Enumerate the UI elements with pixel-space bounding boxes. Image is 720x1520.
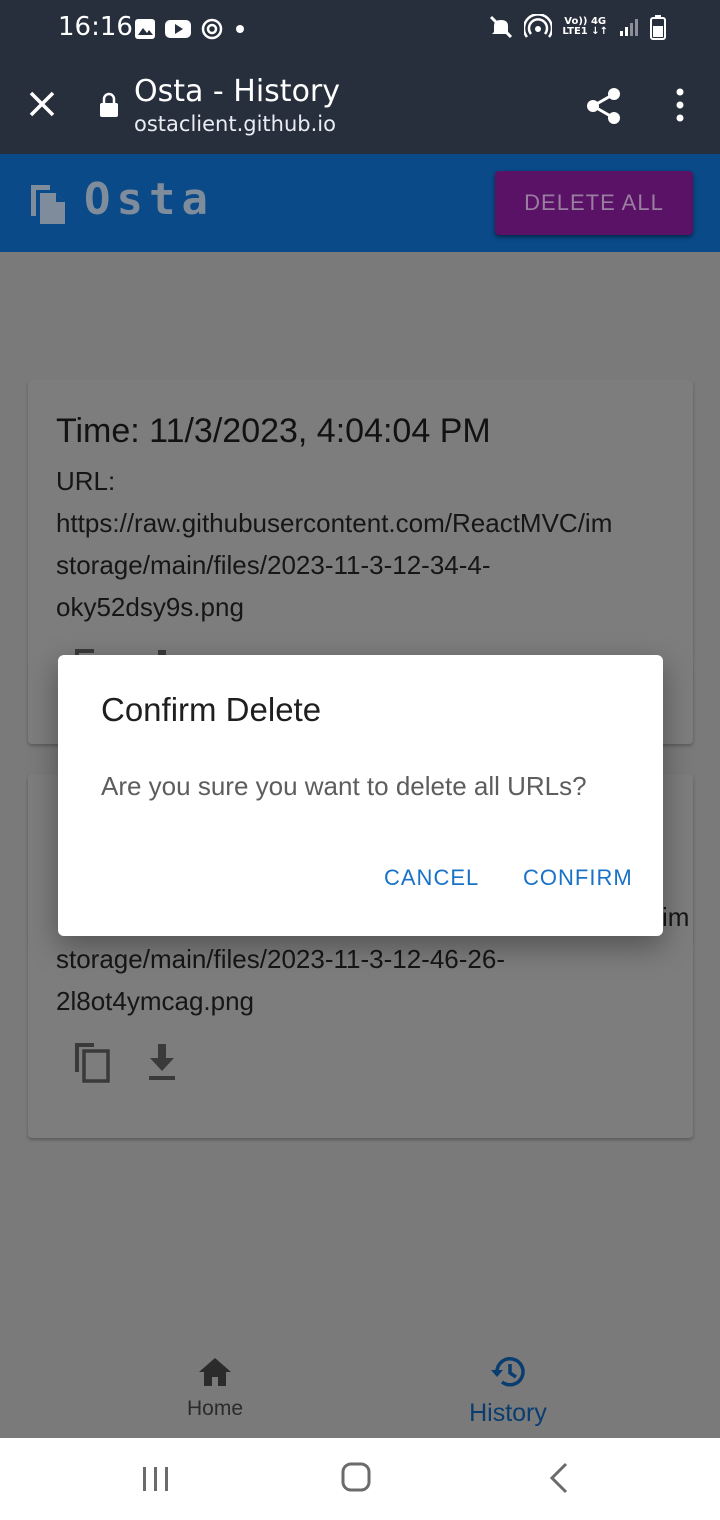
youtube-icon [165,20,191,38]
copy-icon[interactable] [72,1040,112,1084]
url-text[interactable]: https://raw.githubusercontent.com/ReactM… [56,508,612,539]
url-text[interactable]: storage/main/files/2023-11-3-12-46-26- [56,944,505,975]
url-text[interactable]: storage/main/files/2023-11-3-12-34-4- [56,550,491,581]
battery-icon [650,15,666,40]
sync-icon [201,18,223,40]
confirm-button[interactable]: CONFIRM [523,865,633,891]
lock-icon [100,92,118,117]
page-title: Osta - History [134,74,341,109]
dialog-message: Are you sure you want to delete all URLs… [101,771,587,801]
signal-icon [620,19,638,36]
download-icon[interactable] [142,1040,182,1084]
more-vert-icon[interactable] [670,88,690,122]
nav-home-label: Home [186,1397,244,1420]
close-icon[interactable] [26,88,58,120]
home-button-icon[interactable] [341,1462,371,1492]
notification-dot-icon [236,25,244,33]
nav-home[interactable]: Home [160,1356,270,1432]
back-icon[interactable] [548,1462,570,1494]
network-indicator: Vo)) 4G LTE1 ↓↑ [562,16,608,37]
browser-toolbar: Osta - History ostaclient.github.io [0,56,720,154]
history-icon [491,1357,525,1387]
share-icon[interactable] [584,86,624,126]
url-text[interactable]: oky52dsy9s.png [56,592,244,623]
url-text[interactable]: im [662,902,689,933]
history-time: Time: 11/3/2023, 4:04:04 PM [56,412,491,450]
status-time: 16:16 [58,12,133,42]
delete-all-button[interactable]: DELETE ALL [495,171,693,235]
confirm-delete-dialog: Confirm Delete Are you sure you want to … [58,655,663,936]
dialog-title: Confirm Delete [101,691,322,728]
home-icon [199,1358,231,1386]
hotspot-icon [524,14,553,38]
gallery-icon [135,19,155,39]
system-navigation-bar [0,1438,720,1520]
status-bar: 16:16 Vo)) 4G LTE1 ↓↑ [0,0,720,56]
app-logo: Osta [84,174,214,225]
nav-history[interactable]: History [456,1354,560,1436]
app-header: Osta DELETE ALL [0,154,720,252]
nav-history-label: History [469,1399,547,1427]
url-label: URL: [56,466,116,496]
recent-apps-icon[interactable] [141,1466,171,1492]
bottom-navigation: Home History [0,1338,720,1438]
mute-icon [490,15,513,39]
page-url[interactable]: ostaclient.github.io [134,112,336,136]
copy-logo-icon [31,185,65,224]
url-text[interactable]: 2l8ot4ymcag.png [56,986,254,1017]
cancel-button[interactable]: CANCEL [384,865,479,891]
